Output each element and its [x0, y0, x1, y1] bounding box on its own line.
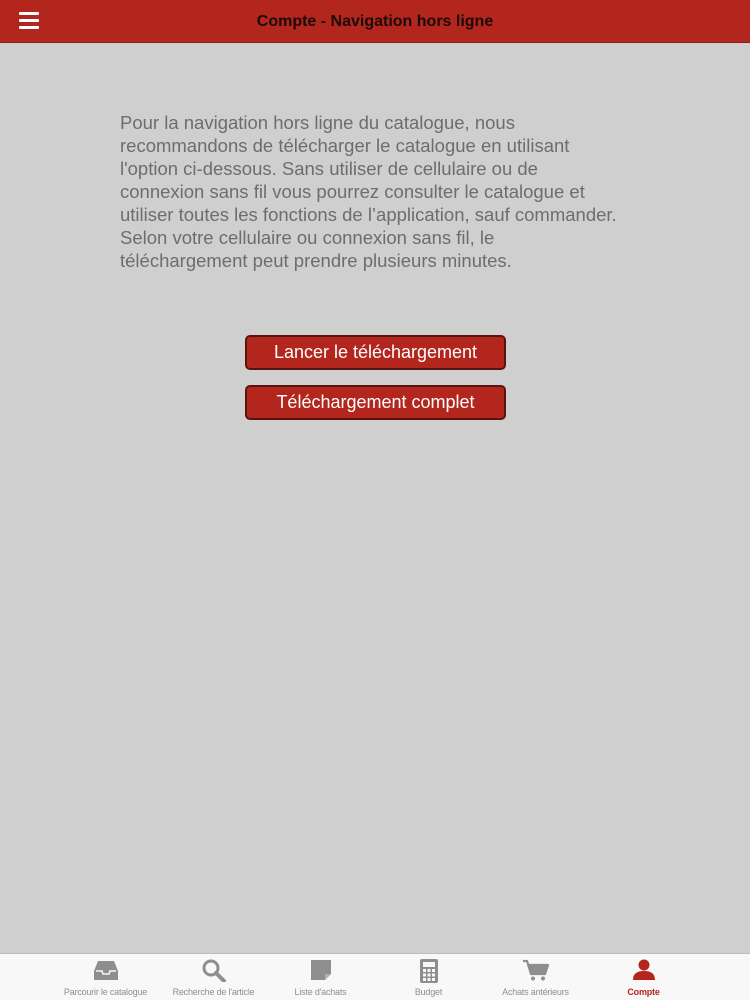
bottom-tab-bar: Parcourir le catalogue Recherche de l'ar… — [0, 953, 750, 1000]
tab-label: Budget — [414, 987, 443, 997]
note-icon — [310, 960, 331, 980]
start-download-button[interactable]: Lancer le téléchargement — [245, 335, 506, 370]
tab-account[interactable]: Compte — [590, 954, 697, 1000]
tab-label: Parcourir le catalogue — [63, 987, 148, 997]
page-title: Compte - Navigation hors ligne — [256, 13, 494, 30]
tab-shopping-list[interactable]: Liste d'achats — [267, 954, 374, 1000]
full-download-button[interactable]: Téléchargement complet — [245, 385, 506, 420]
tab-label: Compte — [627, 987, 660, 997]
offline-navigation-description: Pour la navigation hors ligne du catalog… — [120, 112, 617, 271]
user-icon — [632, 959, 655, 980]
calculator-icon — [419, 959, 438, 983]
tab-label: Achats antérieurs — [502, 987, 569, 997]
tab-label: Recherche de l'article — [172, 987, 255, 997]
tab-past-purchases[interactable]: Achats antérieurs — [482, 954, 589, 1000]
cart-icon — [522, 959, 549, 981]
inbox-tray-icon — [93, 961, 118, 980]
tab-label: Liste d'achats — [294, 987, 347, 997]
tab-budget[interactable]: Budget — [375, 954, 482, 1000]
search-icon — [202, 959, 226, 982]
main-content: Pour la navigation hors ligne du catalog… — [0, 43, 750, 953]
top-navigation-bar: Compte - Navigation hors ligne — [0, 0, 750, 43]
tab-browse-catalog[interactable]: Parcourir le catalogue — [52, 954, 159, 1000]
tab-search-item[interactable]: Recherche de l'article — [160, 954, 267, 1000]
